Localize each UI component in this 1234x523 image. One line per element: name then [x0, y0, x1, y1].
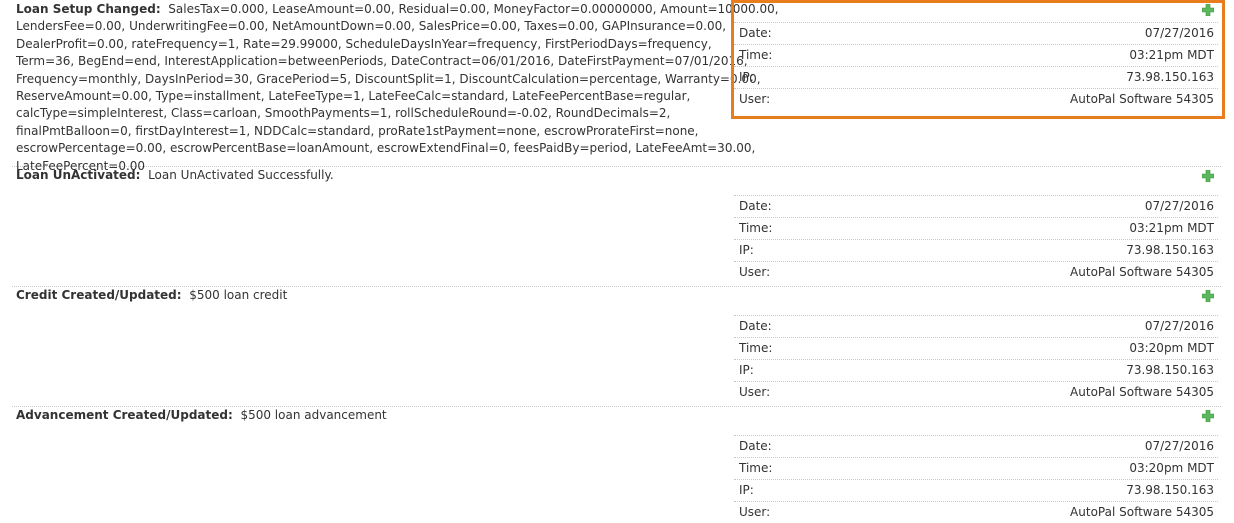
meta-row-ip: IP: 73.98.150.163: [734, 360, 1218, 382]
entry-text: SalesTax=0.000, LeaseAmount=0.00, Residu…: [168, 2, 779, 16]
meta-value-ip: 73.98.150.163: [1126, 363, 1214, 377]
entry-text: Loan UnActivated Successfully.: [148, 168, 334, 182]
plus-icon[interactable]: [1202, 290, 1214, 302]
add-row: [734, 166, 1218, 196]
highlight-box: [731, 0, 1225, 119]
meta-row-user: User: AutoPal Software 54305: [734, 262, 1218, 283]
entry-title: Credit Created/Updated:: [16, 288, 182, 302]
meta-label-time: Time:: [739, 461, 773, 475]
meta-row-user: User: AutoPal Software 54305: [734, 382, 1218, 403]
meta-value-time: 03:20pm MDT: [1129, 461, 1214, 475]
meta-label-ip: IP:: [739, 243, 754, 257]
description-line: Frequency=monthly, DaysInPeriod=30, Grac…: [16, 71, 779, 88]
history-entry: Credit Created/Updated: $500 loan credit…: [12, 286, 1221, 407]
meta-label-user: User:: [739, 265, 771, 279]
entry-text: DealerProfit=0.00, rateFrequency=1, Rate…: [16, 36, 712, 51]
entry-title: Advancement Created/Updated:: [16, 408, 233, 422]
meta-row-time: Time: 03:20pm MDT: [734, 338, 1218, 360]
meta-label-ip: IP:: [739, 483, 754, 497]
meta-value-ip: 73.98.150.163: [1126, 243, 1214, 257]
meta-row-date: Date: 07/27/2016: [734, 436, 1218, 458]
meta-row-date: Date: 07/27/2016: [734, 196, 1218, 218]
add-row: [734, 406, 1218, 436]
entry-text: calcType=simpleInterest, Class=carloan, …: [16, 106, 671, 121]
entry-description: Loan UnActivated: Loan UnActivated Succe…: [16, 167, 334, 184]
description-line: Loan Setup Changed: SalesTax=0.000, Leas…: [16, 1, 779, 18]
description-line: Credit Created/Updated: $500 loan credit: [16, 287, 287, 304]
description-line: finalPmtBalloon=0, firstDayInterest=1, N…: [16, 123, 779, 140]
add-row: [734, 286, 1218, 316]
meta-row-time: Time: 03:20pm MDT: [734, 458, 1218, 480]
description-line: ReserveAmount=0.00, Type=installment, La…: [16, 88, 779, 105]
meta-label-user: User:: [739, 385, 771, 399]
meta-row-date: Date: 07/27/2016: [734, 316, 1218, 338]
meta-value-time: 03:21pm MDT: [1129, 221, 1214, 235]
description-line: escrowPercentage=0.00, escrowPercentBase…: [16, 140, 779, 157]
entry-text: $500 loan advancement: [240, 408, 387, 422]
entry-text: $500 loan credit: [189, 288, 288, 302]
description-line: Loan UnActivated: Loan UnActivated Succe…: [16, 167, 334, 184]
entry-text: escrowPercentage=0.00, escrowPercentBase…: [16, 141, 756, 156]
meta-value-user: AutoPal Software 54305: [1070, 265, 1214, 279]
meta-row-ip: IP: 73.98.150.163: [734, 240, 1218, 262]
entry-text: finalPmtBalloon=0, firstDayInterest=1, N…: [16, 123, 699, 138]
entry-description: Loan Setup Changed: SalesTax=0.000, Leas…: [16, 1, 779, 175]
meta-value-date: 07/27/2016: [1144, 199, 1214, 213]
description-line: calcType=simpleInterest, Class=carloan, …: [16, 105, 779, 122]
description-line: LendersFee=0.00, UnderwritingFee=0.00, N…: [16, 18, 779, 35]
entry-meta: Date: 07/27/2016 Time: 03:20pm MDT IP: 73.98.…: [734, 406, 1218, 523]
meta-value-date: 07/27/2016: [1144, 319, 1214, 333]
description-line: Advancement Created/Updated: $500 loan a…: [16, 407, 387, 424]
plus-icon[interactable]: [1202, 410, 1214, 422]
history-entry: Loan UnActivated: Loan UnActivated Succe…: [12, 166, 1221, 287]
meta-label-time: Time:: [739, 341, 773, 355]
meta-label-date: Date:: [739, 319, 772, 333]
meta-row-time: Time: 03:21pm MDT: [734, 218, 1218, 240]
description-line: Term=36, BegEnd=end, InterestApplication…: [16, 53, 779, 70]
meta-label-time: Time:: [739, 221, 773, 235]
history-entry: Advancement Created/Updated: $500 loan a…: [12, 406, 1221, 520]
entry-meta: Date: 07/27/2016 Time: 03:20pm MDT IP: 73.98.…: [734, 286, 1218, 403]
entry-description: Credit Created/Updated: $500 loan credit: [16, 287, 287, 304]
meta-row-ip: IP: 73.98.150.163: [734, 480, 1218, 502]
entry-meta: Date: 07/27/2016 Time: 03:21pm MDT IP: 73.98.…: [734, 166, 1218, 283]
entry-text: LendersFee=0.00, UnderwritingFee=0.00, N…: [16, 19, 727, 34]
plus-icon[interactable]: [1202, 170, 1214, 182]
entry-text: Frequency=monthly, DaysInPeriod=30, Grac…: [16, 71, 761, 86]
meta-label-date: Date:: [739, 199, 772, 213]
entry-text: ReserveAmount=0.00, Type=installment, La…: [16, 89, 691, 104]
meta-value-time: 03:20pm MDT: [1129, 341, 1214, 355]
meta-label-date: Date:: [739, 439, 772, 453]
entry-description: Advancement Created/Updated: $500 loan a…: [16, 407, 387, 424]
entry-title: Loan UnActivated:: [16, 168, 141, 182]
meta-value-date: 07/27/2016: [1144, 439, 1214, 453]
meta-label-ip: IP:: [739, 363, 754, 377]
meta-value-user: AutoPal Software 54305: [1070, 385, 1214, 399]
entry-text: Term=36, BegEnd=end, InterestApplication…: [16, 54, 748, 69]
description-line: DealerProfit=0.00, rateFrequency=1, Rate…: [16, 36, 779, 53]
entry-title: Loan Setup Changed:: [16, 2, 161, 16]
meta-value-ip: 73.98.150.163: [1126, 483, 1214, 497]
